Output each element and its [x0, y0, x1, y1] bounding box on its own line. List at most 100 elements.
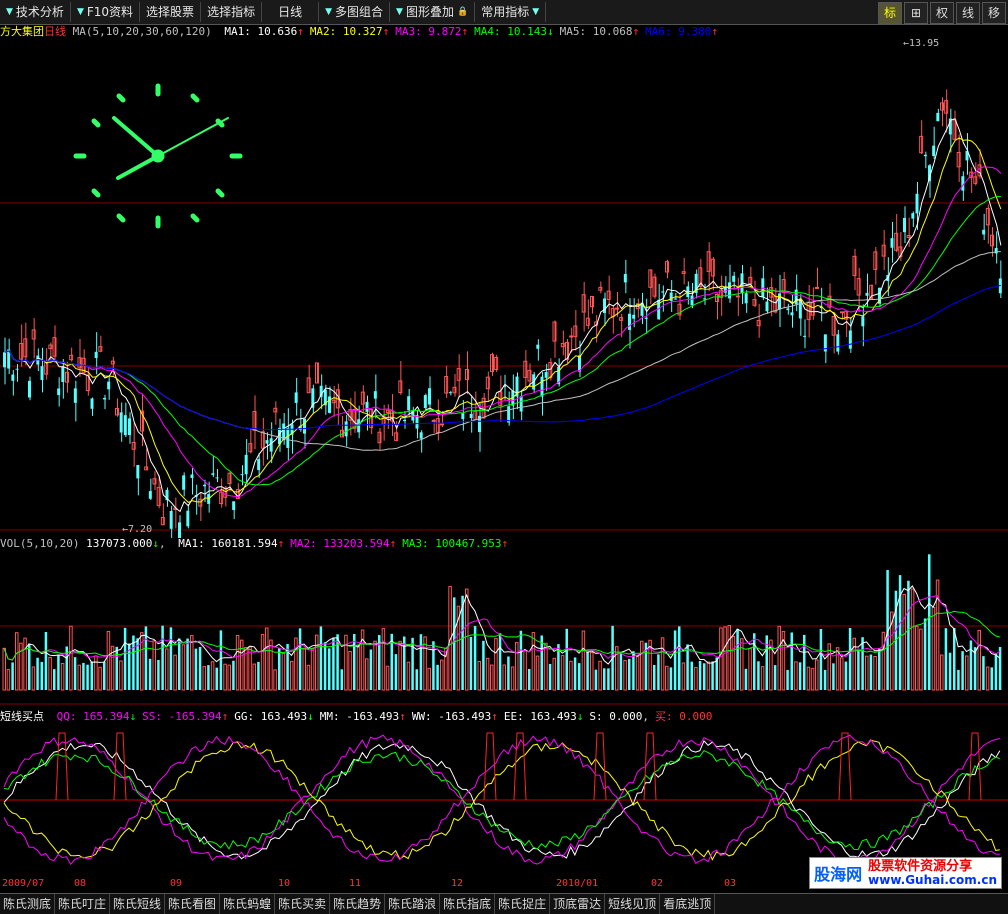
volume-bar — [53, 669, 56, 690]
candle-body — [3, 352, 6, 368]
volume-bar — [415, 669, 418, 690]
volume-bar — [623, 660, 627, 691]
volume-chart[interactable] — [0, 550, 1008, 705]
signal-chart[interactable] — [0, 723, 1008, 878]
volume-bar — [711, 661, 714, 690]
time-label: 11 — [349, 878, 362, 889]
candle-body — [861, 316, 865, 327]
volume-bar — [961, 651, 964, 690]
volume-bar — [453, 597, 456, 690]
bottom-tab[interactable]: 看底逃顶 — [660, 894, 716, 914]
grid-icon[interactable]: ⊞ — [904, 2, 928, 24]
volume-bar — [28, 643, 31, 690]
volume-bar — [694, 666, 698, 691]
signal-value: 163.493 — [523, 710, 577, 723]
signal-item: S: 0.000, — [589, 710, 649, 723]
volume-bar — [940, 654, 944, 691]
volume-bar — [469, 636, 473, 690]
volume-bar — [394, 654, 398, 690]
candle-body — [265, 440, 269, 444]
volume-bar — [385, 665, 390, 691]
bottom-tab[interactable]: 陈氏踏浪 — [385, 894, 441, 914]
candle-body — [728, 282, 731, 299]
toolbar-multi-chart[interactable]: ▼ 多图组合 — [319, 2, 391, 22]
volume-bar — [982, 656, 985, 690]
volume-bar — [703, 663, 706, 690]
candle-body — [169, 510, 173, 529]
volume-bar — [348, 651, 352, 691]
volume-bar — [510, 666, 515, 691]
volume-bar — [86, 664, 89, 690]
signal-info-line: 短线买点 QQ: 165.394↓ SS: -165.394↑ GG: 163.49… — [0, 710, 712, 724]
volume-bar — [857, 649, 860, 690]
signal-value: 165.394 — [76, 710, 130, 723]
toolbar-select-stock[interactable]: 选择股票 — [140, 2, 202, 22]
volume-bar — [777, 625, 781, 691]
candle-body — [57, 388, 61, 396]
volume-bar — [848, 628, 852, 690]
toolbar-select-indicator[interactable]: 选择指标 — [201, 2, 263, 22]
candle-body — [815, 286, 819, 289]
toolbar-tech-analysis[interactable]: ▼ 技术分析 — [0, 2, 71, 22]
bottom-tab[interactable]: 陈氏捉庄 — [495, 894, 551, 914]
bottom-tab[interactable]: 陈氏叮庄 — [55, 894, 111, 914]
candle-body — [507, 406, 511, 423]
volume-bar — [928, 554, 931, 690]
toolbar-period[interactable]: 日线 — [262, 2, 320, 22]
candle-body — [94, 351, 98, 358]
volume-bar — [115, 646, 118, 690]
toolbar-common-indicator[interactable]: 常用指标 ▼ — [475, 2, 547, 22]
candle-body — [178, 522, 181, 538]
candle-body — [628, 313, 631, 330]
toolbar-overlay[interactable]: ▼ 图形叠加 🔒 — [390, 2, 476, 22]
volume-bar — [944, 628, 948, 690]
bottom-tab[interactable]: 陈氏测底 — [0, 894, 56, 914]
bottom-tab[interactable]: 短线见顶 — [605, 894, 661, 914]
move-icon[interactable]: 移 — [982, 2, 1006, 24]
volume-bar — [803, 634, 806, 690]
volume-ma-item: MA1: 160181.594↑ — [178, 537, 284, 550]
signal-value: 0.000 — [672, 710, 713, 723]
candle-body — [790, 312, 794, 316]
volume-bar — [219, 630, 223, 690]
candle-body — [932, 145, 936, 156]
bottom-tab[interactable]: 陈氏看图 — [165, 894, 221, 914]
candle-body — [186, 510, 190, 527]
volume-bar — [310, 648, 315, 691]
volume-bar — [632, 651, 635, 690]
rights-icon[interactable]: 权 — [930, 2, 954, 24]
candle-body — [90, 398, 94, 409]
toolbar-label: 多图组合 — [335, 5, 384, 19]
line-icon[interactable]: 线 — [956, 2, 980, 24]
volume-bar — [973, 647, 977, 690]
candle-body — [428, 388, 431, 405]
bottom-tab[interactable]: 陈氏指底 — [440, 894, 496, 914]
bottom-tab[interactable]: 陈氏短线 — [110, 894, 166, 914]
bottom-tab[interactable]: 陈氏蚂蝗 — [220, 894, 276, 914]
candle-body — [644, 317, 648, 319]
toolbar-label: 图形叠加 — [405, 5, 454, 19]
price-ma-value: 10.143 — [500, 25, 548, 38]
price-ma-trend: ↑ — [461, 25, 469, 38]
toolbar-right-icons: 标 ⊞ 权 线 移 — [878, 2, 1006, 24]
signal-item: GG: 163.493↓ — [234, 710, 313, 723]
bottom-tab[interactable]: 顶底雷达 — [550, 894, 606, 914]
candle-body — [107, 381, 111, 390]
price-ma-label: MA5: — [559, 25, 587, 38]
volume-bar — [528, 668, 531, 690]
mark-icon[interactable]: 标 — [878, 2, 902, 24]
volume-bar — [465, 588, 469, 691]
candle-body — [11, 374, 15, 381]
bottom-tab[interactable]: 陈氏趋势 — [330, 894, 386, 914]
toolbar-label: F10资料 — [86, 5, 134, 19]
volume-bar — [881, 631, 886, 691]
candle-body — [182, 475, 186, 490]
bottom-tab[interactable]: 陈氏买卖 — [275, 894, 331, 914]
volume-bar — [844, 661, 848, 690]
price-ma-value: 9.380 — [671, 25, 712, 38]
toolbar-f10[interactable]: ▼ F10资料 — [71, 2, 141, 22]
volume-bar — [381, 628, 386, 691]
volume-bar — [302, 647, 306, 691]
volume-bar — [598, 660, 602, 691]
candle-body — [431, 419, 436, 422]
